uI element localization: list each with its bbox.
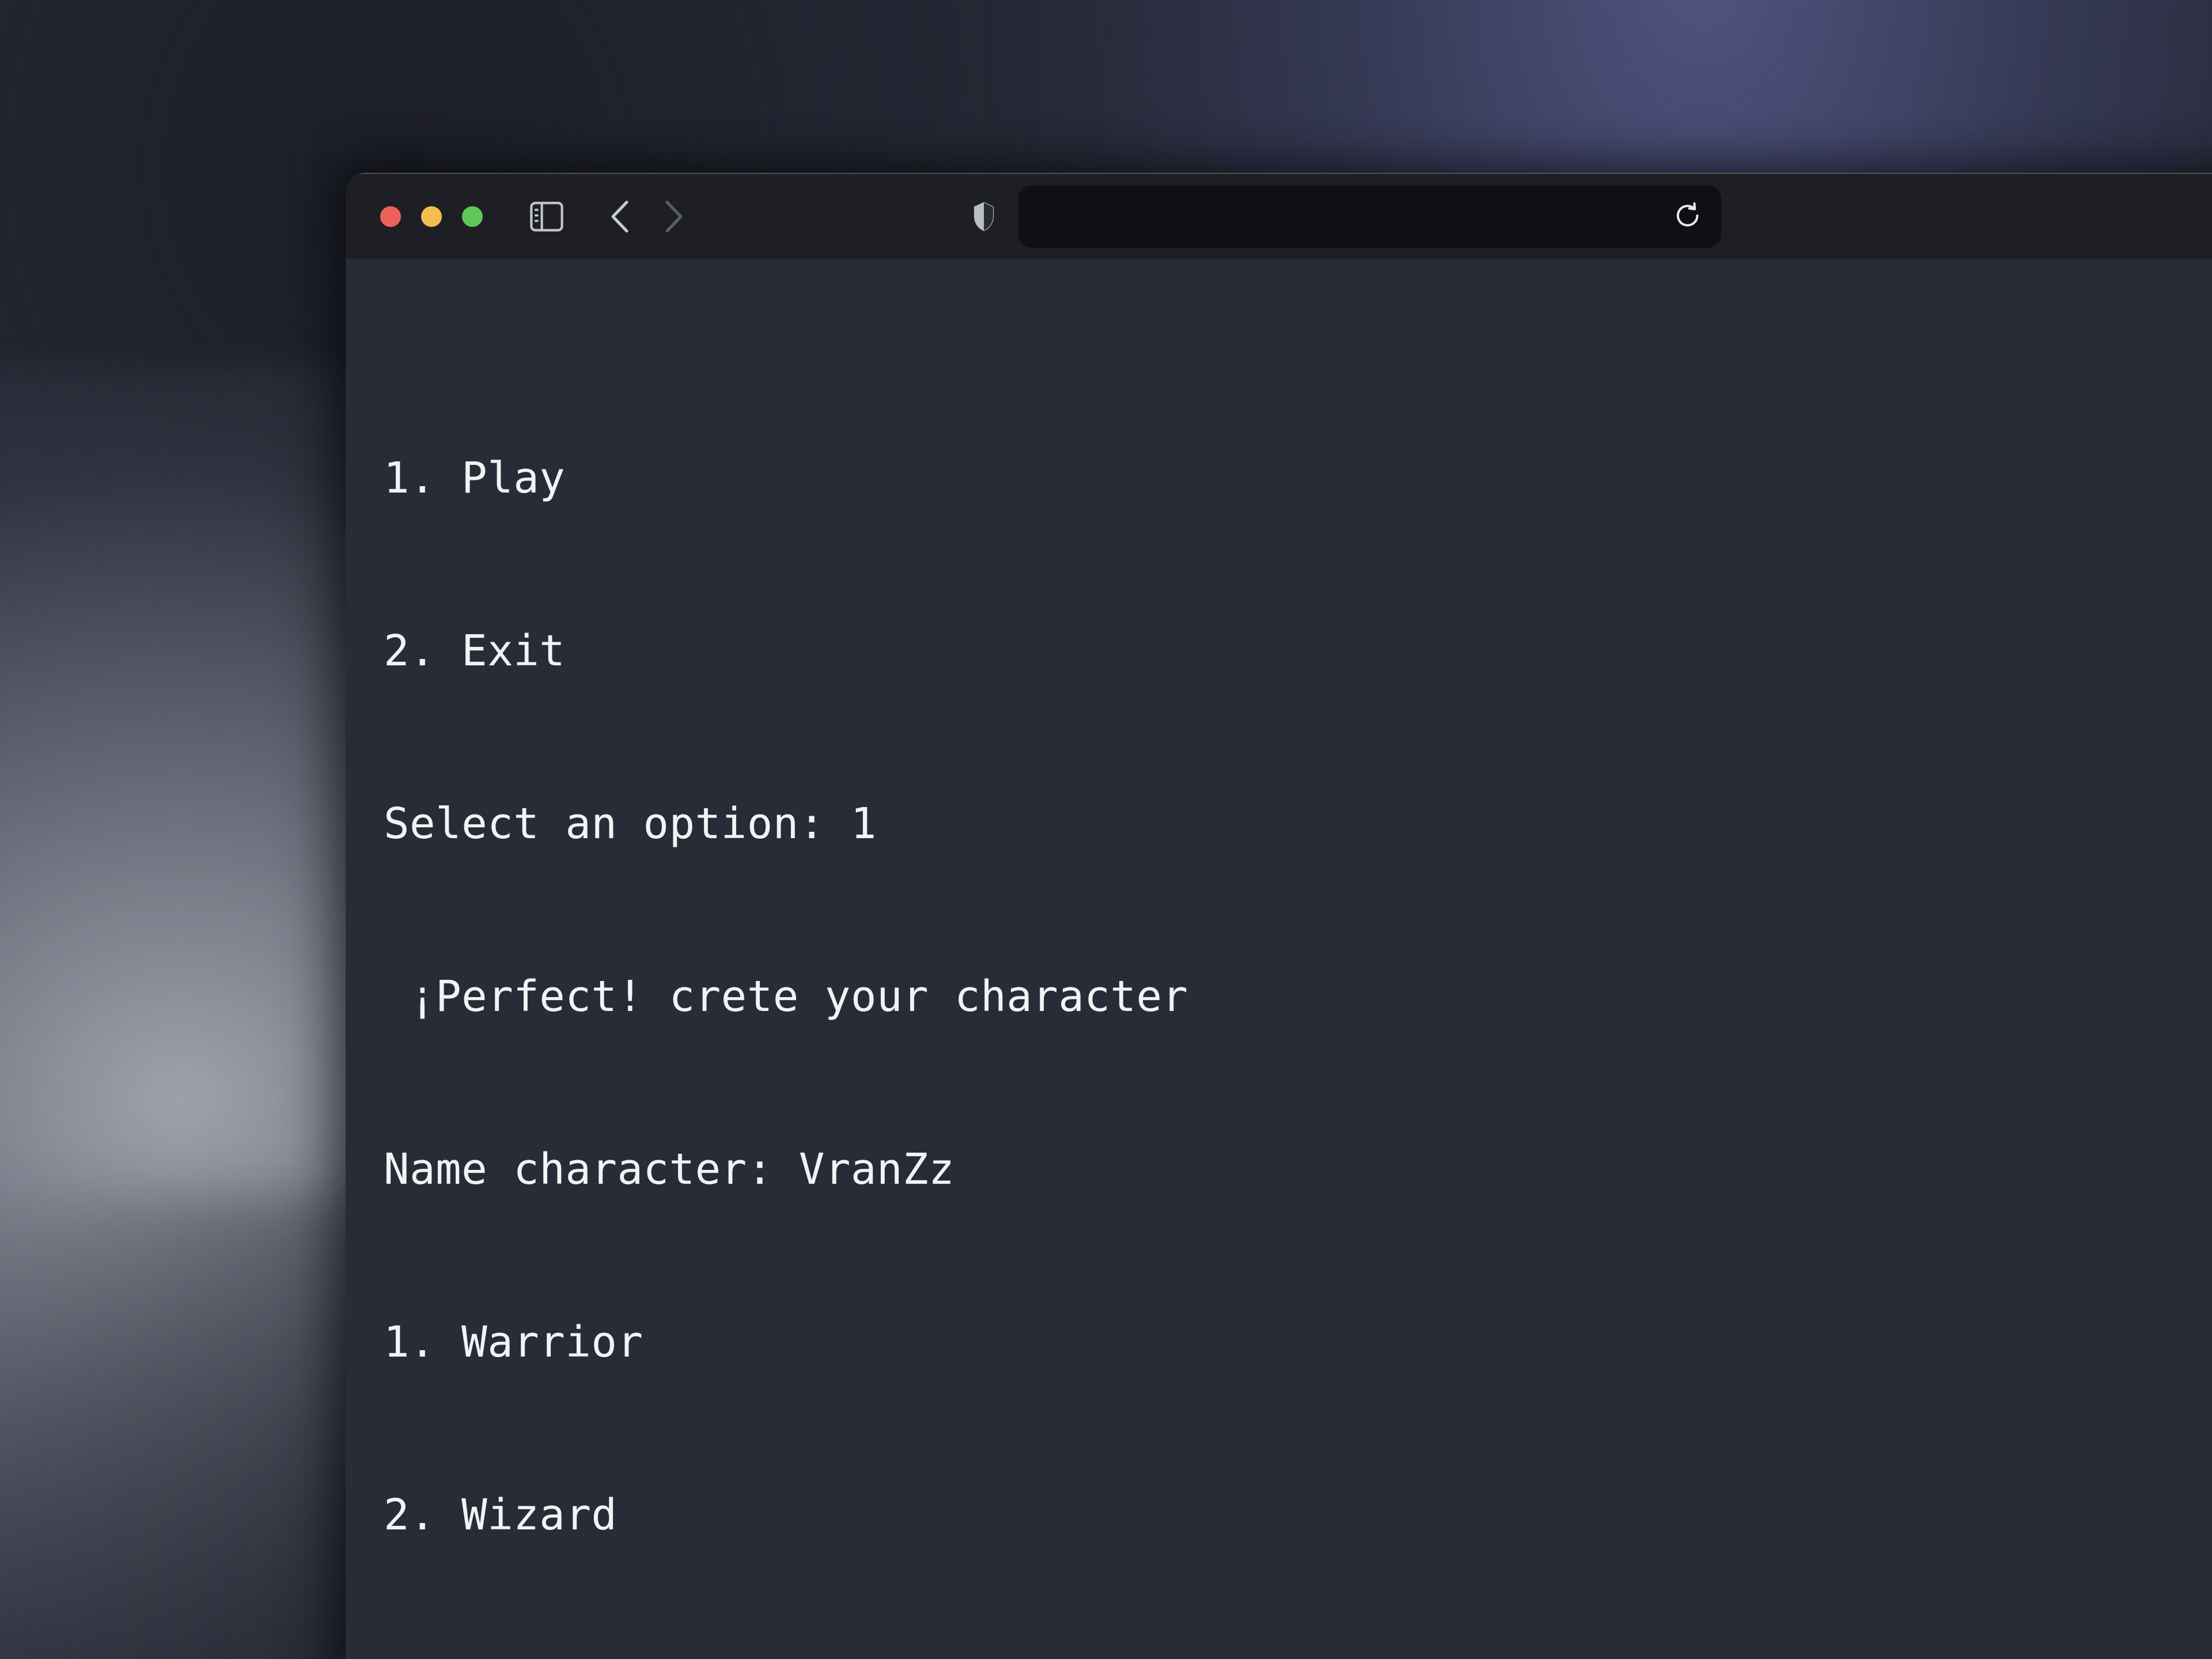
main-prompt-line: Select an option: 1 (384, 799, 877, 849)
minimize-window-button[interactable] (421, 206, 442, 227)
chevron-left-icon (611, 200, 628, 233)
address-bar[interactable] (1018, 185, 1721, 248)
confirmation-message: ¡Perfect! crete your character (384, 972, 1188, 1021)
shield-icon (974, 202, 994, 232)
role-item-wizard: 2. Wizard (384, 1490, 618, 1540)
traffic-light-group (380, 206, 483, 227)
sidebar-icon (530, 202, 563, 232)
browser-toolbar (346, 173, 2212, 259)
forward-button[interactable] (661, 199, 685, 234)
menu-item-exit: 2. Exit (384, 626, 566, 676)
menu-item-play: 1. Play (384, 453, 566, 503)
close-window-button[interactable] (380, 206, 401, 227)
back-button[interactable] (608, 199, 632, 234)
reload-icon (1676, 202, 1699, 227)
role-item-warrior: 1. Warrior (384, 1317, 643, 1367)
terminal-output: 1. Play 2. Exit Select an option: 1 ¡Per… (384, 259, 2212, 1659)
chevron-right-icon (665, 200, 683, 233)
maximize-window-button[interactable] (462, 206, 483, 227)
browser-window: . . 1. Play 2. Exit Select an option: 1 … (346, 173, 2212, 1659)
privacy-shield-button[interactable] (972, 201, 995, 232)
sidebar-toggle-button[interactable] (530, 202, 563, 232)
name-character-line: Name character: VranZz (384, 1145, 955, 1194)
reload-button[interactable] (1674, 202, 1702, 232)
terminal-viewport[interactable]: . . 1. Play 2. Exit Select an option: 1 … (346, 259, 2212, 1659)
